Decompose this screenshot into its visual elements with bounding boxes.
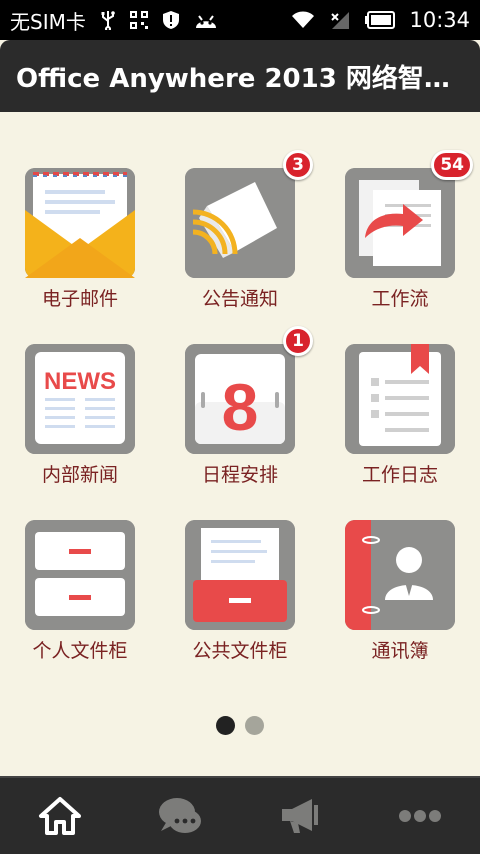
shield-icon (162, 10, 180, 30)
home-icon[interactable] (20, 786, 100, 846)
carrier-label: 无SIM卡 (10, 9, 86, 34)
badge-count: 3 (283, 150, 313, 180)
app-tile-calendar[interactable]: 8 1 日程安排 (165, 288, 315, 486)
status-bar: 无SIM卡 10:34 (0, 0, 480, 40)
megaphone-icon: 3 (185, 150, 313, 278)
app-tile-public-cabinet[interactable]: 公共文件柜 (165, 464, 315, 662)
cabinet-icon (25, 520, 135, 630)
bottom-nav (0, 776, 480, 854)
page-dot[interactable] (245, 716, 264, 735)
shared-cabinet-icon (185, 520, 295, 630)
signal-icon (329, 10, 351, 30)
chat-icon[interactable] (140, 786, 220, 846)
app-tile-workflow[interactable]: 54 工作流 (325, 112, 475, 310)
announce-icon[interactable] (260, 786, 340, 846)
page-title: Office Anywhere 2013 网络智能... (16, 63, 464, 94)
app-grid: 电子邮件 3 公告通知 54 工作流 NEWS 内部新闻 8 1 日程安排 工作… (0, 112, 480, 774)
app-tile-news[interactable]: NEWS 内部新闻 (5, 288, 155, 486)
app-tile-contacts[interactable]: 通讯簿 (325, 464, 475, 662)
badge-count: 54 (431, 150, 473, 180)
mail-icon (25, 168, 135, 278)
app-label: 个人文件柜 (32, 640, 128, 662)
calendar-icon: 8 1 (185, 326, 313, 454)
page-dot-active[interactable] (216, 716, 235, 735)
journal-icon (345, 344, 455, 454)
android-icon (194, 10, 218, 30)
app-tile-personal-cabinet[interactable]: 个人文件柜 (5, 464, 155, 662)
news-icon: NEWS (25, 344, 135, 454)
workflow-icon: 54 (345, 150, 473, 278)
wifi-icon (291, 10, 315, 30)
more-icon[interactable] (380, 786, 460, 846)
page-indicator (0, 716, 480, 735)
app-tile-mail[interactable]: 电子邮件 (5, 112, 155, 310)
usb-icon (100, 10, 116, 30)
app-header: Office Anywhere 2013 网络智能... (0, 40, 480, 112)
battery-icon (365, 11, 396, 29)
badge-count: 1 (283, 326, 313, 356)
app-tile-notice[interactable]: 3 公告通知 (165, 112, 315, 310)
qr-icon (129, 11, 148, 29)
clock: 10:34 (409, 8, 470, 32)
app-tile-journal[interactable]: 工作日志 (325, 288, 475, 486)
news-text: NEWS (44, 368, 116, 395)
calendar-day: 8 (222, 370, 259, 444)
contacts-icon (345, 520, 455, 630)
app-label: 公共文件柜 (192, 640, 288, 662)
app-label: 通讯簿 (371, 640, 429, 662)
